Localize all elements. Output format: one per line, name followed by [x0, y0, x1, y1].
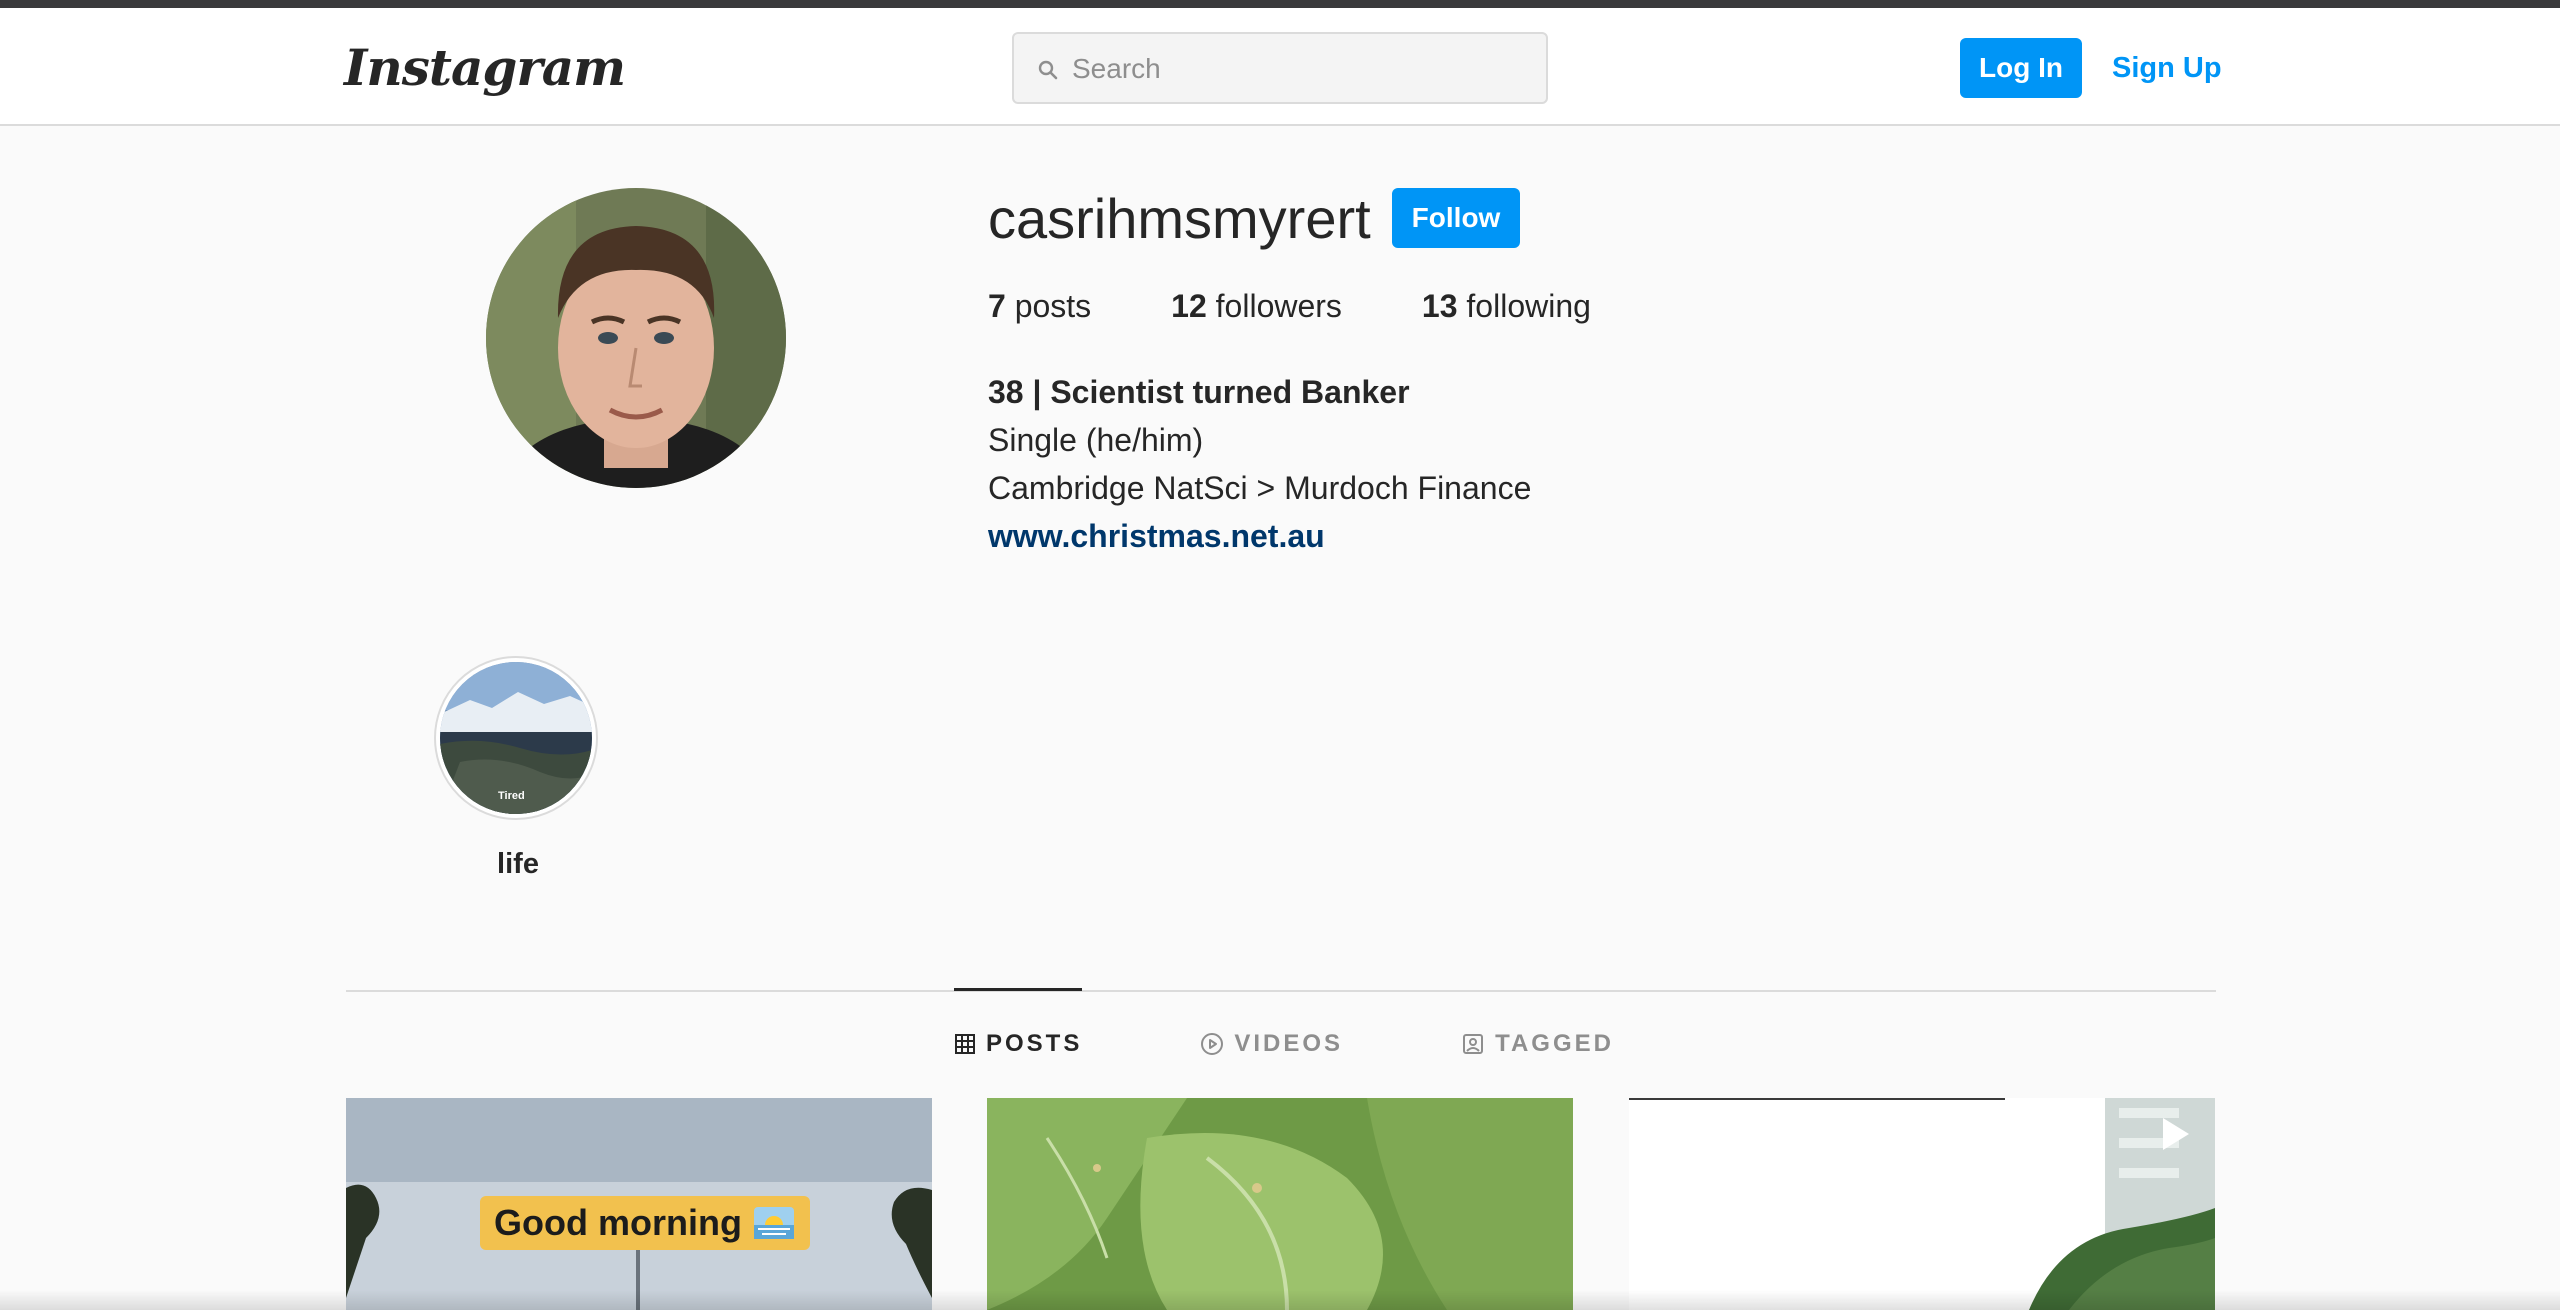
grid-icon: [955, 1034, 975, 1054]
followers-count: 12: [1171, 288, 1207, 324]
search-box[interactable]: [1012, 32, 1548, 104]
sunrise-icon: [753, 1207, 794, 1239]
highlight-thumbnail: Tired: [440, 662, 592, 814]
tab-posts[interactable]: POSTS: [954, 1030, 1082, 1058]
active-tab-indicator: [954, 988, 1082, 991]
tab-videos[interactable]: VIDEOS: [1200, 1030, 1343, 1058]
following-label: following: [1466, 288, 1591, 324]
profile-bio: 38 | Scientist turned Banker Single (he/…: [988, 368, 1531, 560]
browser-top-strip: [0, 0, 2560, 8]
followers-stat[interactable]: 12 followers: [1171, 288, 1342, 325]
post-overlay-text: Good morning: [480, 1196, 810, 1250]
bio-name: 38 | Scientist turned Banker: [988, 374, 1410, 410]
tagged-user-icon: [1463, 1034, 1484, 1054]
profile-tabs: POSTS VIDEOS TAGGED: [954, 1030, 1732, 1058]
avatar-photo: [486, 188, 786, 488]
followers-label: followers: [1215, 288, 1342, 324]
posts-label: posts: [1014, 288, 1092, 324]
profile-stats: 7 posts 12 followers 13 following: [988, 288, 1671, 325]
profile-avatar[interactable]: [486, 188, 786, 488]
instagram-logo[interactable]: Instagram: [344, 38, 626, 97]
highlight-label: life: [497, 848, 539, 880]
highlight-thumb-text: Tired: [498, 790, 525, 802]
play-circle-icon: [1201, 1033, 1224, 1055]
post-thumbnail[interactable]: Good morning: [346, 1098, 932, 1310]
posts-stat[interactable]: 7 posts: [988, 288, 1091, 325]
post-thumbnail[interactable]: [1629, 1098, 2215, 1310]
following-stat[interactable]: 13 following: [1422, 288, 1591, 325]
story-highlight-life[interactable]: Tired life: [434, 656, 602, 881]
video-play-icon: [2163, 1118, 2189, 1150]
profile-username: casrihmsmyrert: [988, 187, 1371, 250]
posts-count: 7: [988, 288, 1006, 324]
post-image: [1629, 1098, 2215, 1310]
post-thumbnail[interactable]: [987, 1098, 1573, 1310]
following-count: 13: [1421, 288, 1458, 324]
tab-label: VIDEOS: [1234, 1030, 1344, 1057]
bottom-shadow: [0, 1290, 2560, 1310]
bio-line: Single (he/him): [988, 422, 1204, 458]
post-overlay-label: Good morning: [494, 1202, 742, 1243]
tabs-divider: [346, 990, 2216, 992]
tab-tagged[interactable]: TAGGED: [1461, 1030, 1614, 1058]
tab-label: POSTS: [986, 1030, 1083, 1057]
follow-button[interactable]: Follow: [1392, 188, 1520, 248]
tab-label: TAGGED: [1495, 1030, 1614, 1057]
signup-link[interactable]: Sign Up: [2112, 52, 2222, 85]
top-nav-bar: Instagram Log In Sign Up: [0, 8, 2560, 126]
bio-line: Cambridge NatSci > Murdoch Finance: [988, 470, 1532, 506]
search-input[interactable]: [1070, 34, 1534, 104]
highlight-ring: Tired: [434, 656, 598, 820]
search-icon: [1038, 60, 1058, 80]
bio-link[interactable]: www.christmas.net.au: [988, 512, 1531, 560]
login-button[interactable]: Log In: [1960, 38, 2082, 98]
post-image: [987, 1098, 1573, 1310]
